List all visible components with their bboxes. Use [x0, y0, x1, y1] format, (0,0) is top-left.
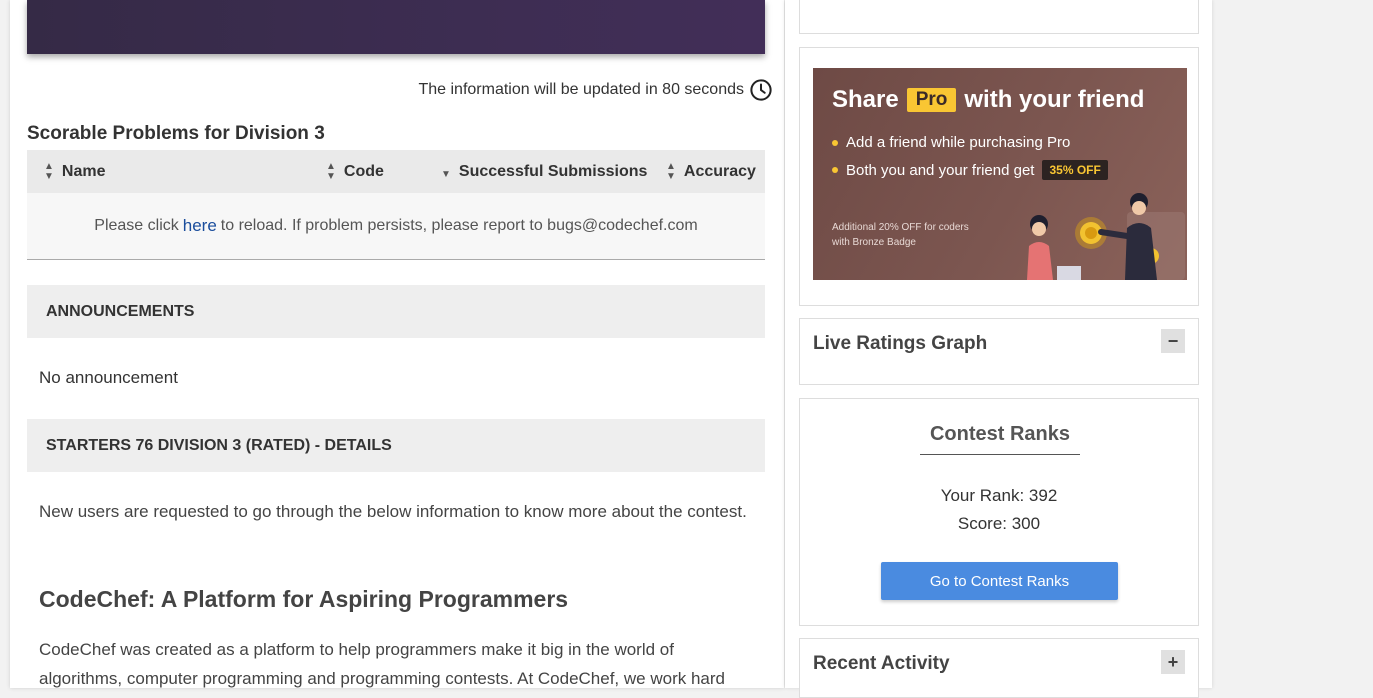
- column-accuracy[interactable]: ▲ ▼ Accuracy: [666, 150, 756, 193]
- promo-title: Share Pro with your friend: [832, 86, 1144, 114]
- bullet-dot-icon: [832, 167, 838, 173]
- sort-desc-icon: ▼: [441, 168, 451, 180]
- recent-activity-title: Recent Activity: [813, 653, 950, 674]
- announcements-header: ANNOUNCEMENTS: [27, 285, 765, 338]
- column-code-label: Code: [343, 162, 384, 180]
- score: Score: 300: [957, 514, 1041, 533]
- column-accuracy-label: Accuracy: [683, 162, 756, 180]
- details-header: STARTERS 76 DIVISION 3 (RATED) - DETAILS: [27, 419, 765, 472]
- top-card: [799, 0, 1199, 34]
- sidebar: Share Pro with your friend Add a friend …: [785, 0, 1212, 698]
- promo-title-post: with your friend: [964, 86, 1145, 113]
- reload-link[interactable]: here: [183, 216, 217, 236]
- pro-tag: Pro: [906, 88, 957, 112]
- bullet-dot-icon: [832, 139, 838, 146]
- column-name[interactable]: ▲ ▼ Name: [44, 150, 105, 193]
- column-submissions-label: Successful Submissions: [458, 162, 648, 180]
- off-tag: 35% OFF: [1042, 160, 1108, 180]
- promo-banner[interactable]: Share Pro with your friend Add a friend …: [813, 68, 1187, 280]
- promo-bullet-1: Add a friend while purchasing Pro: [832, 134, 1070, 151]
- promo-small-line-2: with Bronze Badge: [832, 237, 916, 248]
- reload-text-before: Please click: [94, 217, 179, 234]
- main-column: The information will be updated in 80 se…: [10, 0, 784, 688]
- contest-ranks-title: Contest Ranks: [920, 423, 1080, 455]
- live-ratings-title: Live Ratings Graph: [813, 333, 988, 354]
- promo-bullet-2-text: Both you and your friend get: [846, 161, 1035, 179]
- update-notice: The information will be updated in 80 se…: [418, 79, 772, 101]
- details-paragraph: CodeChef was created as a platform to he…: [39, 640, 725, 688]
- sort-both-icon: ▲ ▼: [666, 160, 676, 182]
- column-code[interactable]: ▲ ▼ Code: [326, 150, 384, 193]
- contest-banner: [27, 0, 765, 54]
- details-intro: New users are requested to go through th…: [39, 502, 747, 521]
- promo-bullet-1-text: Add a friend while purchasing Pro: [846, 134, 1071, 151]
- clock-icon: [750, 79, 772, 101]
- promo-card: Share Pro with your friend Add a friend …: [799, 47, 1199, 306]
- contest-ranks-card: Contest Ranks Your Rank: 392 Score: 300 …: [799, 398, 1199, 626]
- collapse-button[interactable]: −: [1161, 329, 1185, 353]
- expand-button[interactable]: +: [1161, 650, 1185, 674]
- live-ratings-card: Live Ratings Graph −: [799, 318, 1199, 385]
- reload-text-after: to reload. If problem persists, please r…: [220, 217, 698, 234]
- promo-title-pre: Share: [832, 86, 899, 113]
- sort-both-icon: ▲ ▼: [44, 160, 54, 182]
- promo-small-line-1: Additional 20% OFF for coders: [832, 222, 969, 233]
- your-rank: Your Rank: 392: [940, 486, 1058, 505]
- recent-activity-card: Recent Activity +: [799, 638, 1199, 698]
- details-subheading: CodeChef: A Platform for Aspiring Progra…: [39, 586, 569, 612]
- column-successful-submissions[interactable]: ▼ Successful Submissions: [441, 150, 647, 193]
- column-name-label: Name: [61, 162, 106, 180]
- sort-both-icon: ▲ ▼: [326, 160, 336, 182]
- promo-small-print: Additional 20% OFF for coders with Bronz…: [832, 220, 969, 250]
- announcements-body: No announcement: [39, 368, 178, 387]
- problems-table-header: ▲ ▼ Name ▲ ▼ Code ▼ Successful Submissions…: [27, 150, 765, 193]
- problems-title: Scorable Problems for Division 3: [27, 123, 325, 144]
- problems-table-message: Please click here to reload. If problem …: [27, 193, 765, 260]
- friends-illustration: [1027, 193, 1185, 280]
- go-to-contest-ranks-button[interactable]: Go to Contest Ranks: [881, 562, 1118, 600]
- update-text: The information will be updated in 80 se…: [418, 81, 744, 98]
- promo-bullet-2: Both you and your friend get 35% OFF: [832, 160, 1108, 180]
